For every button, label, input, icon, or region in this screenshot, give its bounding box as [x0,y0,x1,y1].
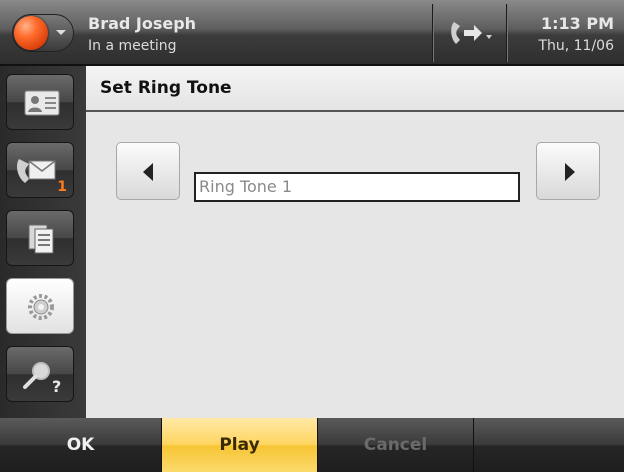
sidebar-item-search-help[interactable]: ? [6,346,74,402]
divider [432,4,434,62]
title-bar: Set Ring Tone [86,66,624,112]
sidebar-item-settings[interactable] [6,278,74,334]
sidebar-item-contacts[interactable] [6,74,74,130]
clock-time: 1:13 PM [540,14,614,33]
ok-button[interactable]: OK [0,418,162,472]
contact-card-icon [24,90,60,116]
chevron-down-icon [56,30,66,35]
presence-status-text: In a meeting [88,38,177,54]
clock-date: Thu, 11/06 [538,38,614,54]
ringtone-field[interactable]: Ring Tone 1 [194,172,520,202]
unread-badge: 1 [57,179,67,195]
presence-status-icon [14,16,48,50]
search-help-icon: ? [23,362,61,396]
documents-icon [28,224,54,254]
divider [506,4,508,62]
previous-ringtone-button[interactable] [116,142,180,200]
right-arrow-icon [565,163,575,181]
cancel-button[interactable]: Cancel [318,418,474,472]
presence-button[interactable] [12,14,74,52]
user-name: Brad Joseph [88,14,197,33]
settings-gear-icon [28,294,54,320]
softkey-bar: OK Play Cancel [0,418,624,472]
next-ringtone-button[interactable] [536,142,600,200]
sidebar-item-voicemail[interactable]: 1 [6,142,74,198]
left-arrow-icon [143,163,153,181]
call-forward-icon [451,22,492,44]
call-forward-button[interactable] [440,10,502,56]
empty-softkey [474,418,624,472]
svg-text:?: ? [52,377,61,396]
sidebar: 1 ? [0,66,86,418]
page-title: Set Ring Tone [100,78,232,98]
main-panel: Set Ring Tone Ring Tone 1 [86,66,624,418]
play-button[interactable]: Play [162,418,318,472]
sidebar-item-documents[interactable] [6,210,74,266]
status-bar: Brad Joseph In a meeting 1:13 PM Thu, 11… [0,0,624,66]
